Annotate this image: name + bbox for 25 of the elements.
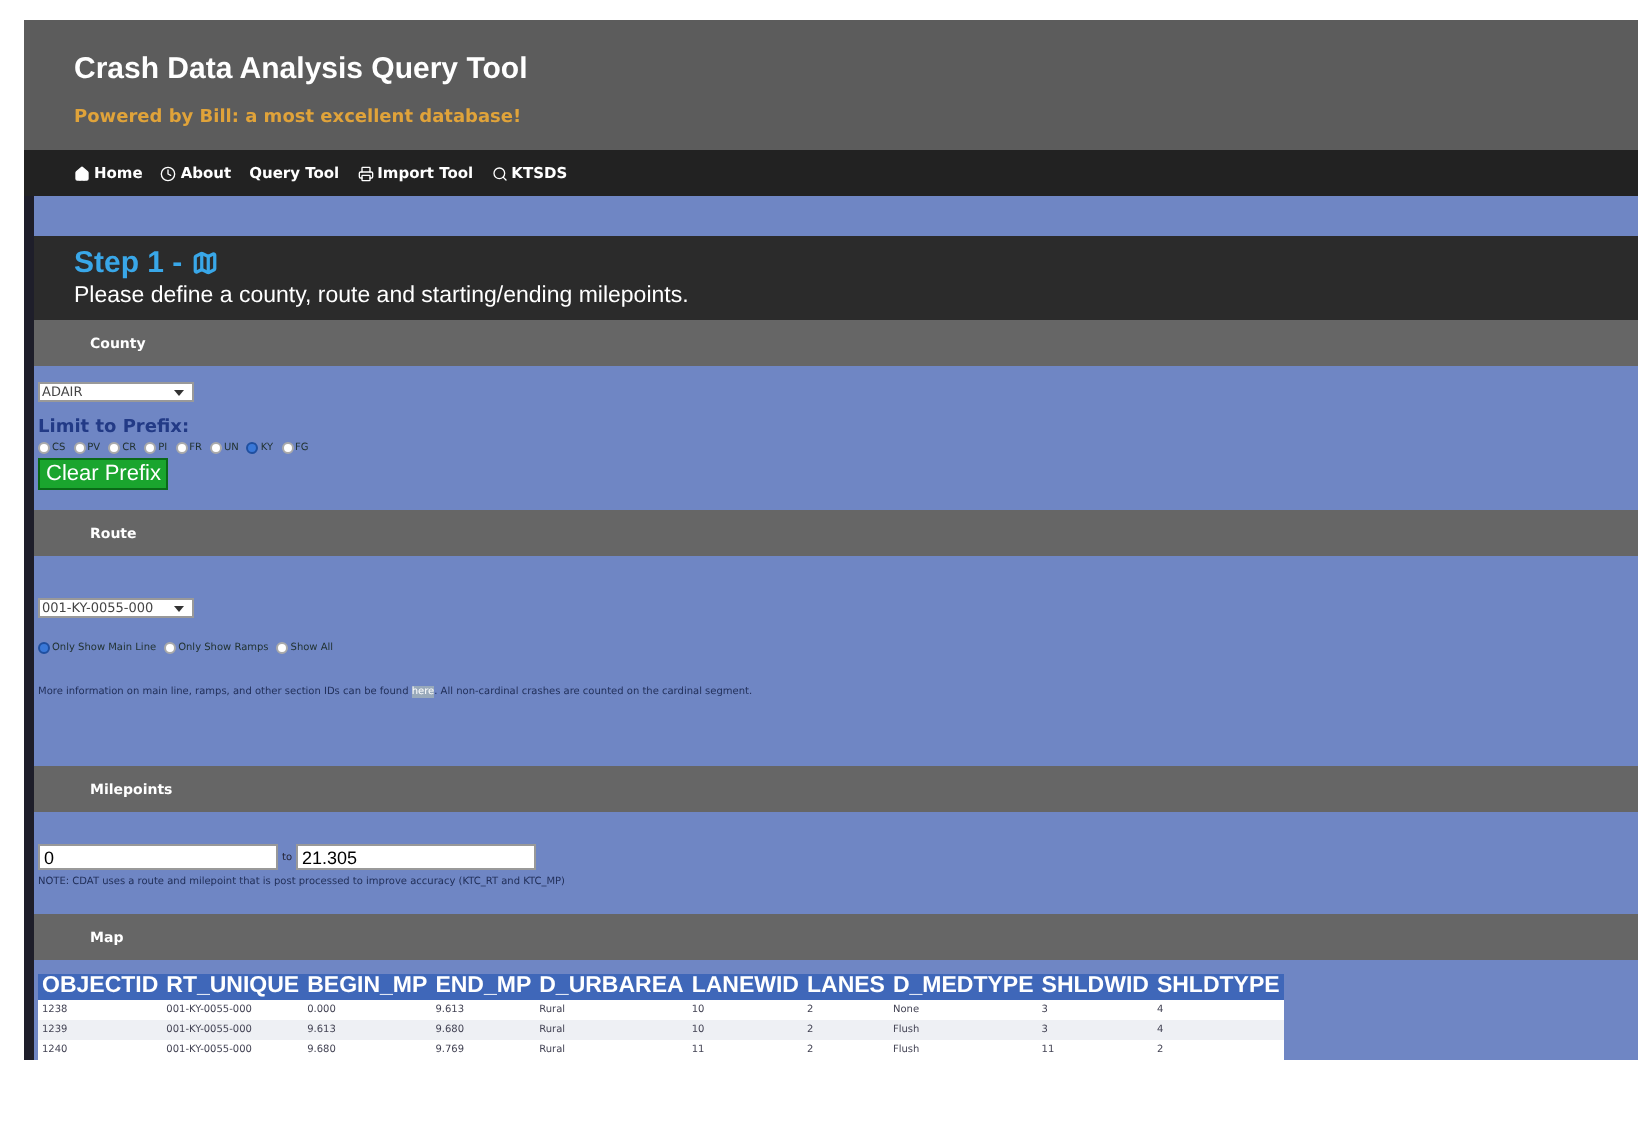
column-header: SHLDTYPE [1152, 974, 1284, 1000]
column-header: OBJECTID [38, 974, 163, 1000]
column-header: LANES [803, 974, 889, 1000]
column-header: LANEWID [687, 974, 803, 1000]
map-icon [192, 250, 219, 276]
column-header: END_MP [431, 974, 536, 1000]
column-header: D_URBAREA [535, 974, 688, 1000]
column-header: D_MEDTYPE [888, 974, 1038, 1000]
prefix-label: Limit to Prefix: [38, 418, 190, 438]
step-title: Step 1 - [74, 246, 183, 280]
column-header: RT_UNIQUE [162, 974, 304, 1000]
site-subtitle: Powered by Bill: a most excellent database! [74, 108, 522, 128]
step-description: Please define a county, route and starting/ending milepoints. [74, 284, 689, 308]
site-title: Crash Data Analysis Query Tool [74, 52, 528, 86]
home-icon [74, 165, 90, 181]
search-icon [491, 165, 508, 181]
caret-icon [174, 605, 184, 611]
printer-icon [357, 165, 374, 181]
clock-icon [160, 165, 177, 181]
clear-prefix-button[interactable]: Clear Prefix [38, 458, 169, 490]
caret-icon [174, 389, 184, 395]
column-header: SHLDWID [1037, 974, 1153, 1000]
start-milepoint-field[interactable]: 0 [38, 844, 278, 870]
end-milepoint-field[interactable]: 21.305 [296, 844, 537, 870]
column-header: BEGIN_MP [303, 974, 432, 1000]
